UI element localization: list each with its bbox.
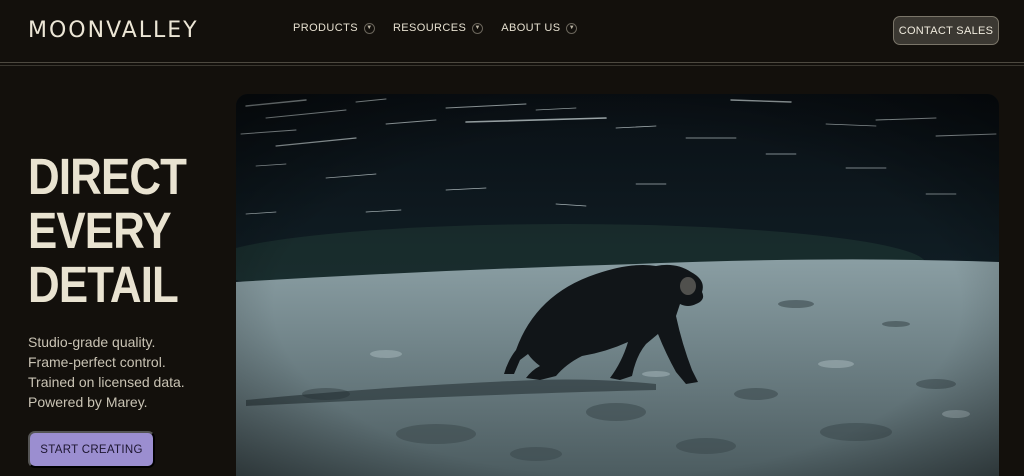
menu-item-products[interactable]: PRODUCTS ▼	[293, 22, 375, 34]
start-creating-button[interactable]: START CREATING	[28, 431, 155, 468]
subtext-line: Studio-grade quality.	[28, 334, 156, 350]
hero-headline: DIRECT EVERY DETAIL	[28, 148, 187, 313]
main-menu: PRODUCTS ▼ RESOURCES ▼ ABOUT US ▼	[293, 22, 578, 34]
header-divider	[0, 62, 1024, 66]
menu-item-resources[interactable]: RESOURCES ▼	[392, 22, 484, 34]
subtext-line: Powered by Marey.	[28, 394, 148, 410]
menu-item-label: PRODUCTS	[293, 22, 358, 34]
chevron-down-icon: ▼	[472, 22, 484, 34]
hero-image	[236, 94, 999, 476]
subtext-line: Trained on licensed data.	[28, 374, 185, 390]
top-nav: MOONVALLEY PRODUCTS ▼ RESOURCES ▼ ABOUT …	[0, 0, 1024, 62]
menu-item-label: ABOUT US	[501, 22, 561, 34]
contact-sales-button[interactable]: CONTACT SALES	[893, 16, 999, 45]
chevron-down-icon: ▼	[566, 22, 578, 34]
headline-line: EVERY	[28, 202, 172, 259]
hero-image-art	[236, 94, 999, 476]
menu-item-about-us[interactable]: ABOUT US ▼	[501, 22, 578, 34]
headline-line: DETAIL	[28, 256, 179, 313]
hero-subtext: Studio-grade quality. Frame-perfect cont…	[28, 332, 185, 412]
subtext-line: Frame-perfect control.	[28, 354, 166, 370]
menu-item-label: RESOURCES	[392, 22, 467, 34]
headline-line: DIRECT	[28, 148, 187, 205]
logo[interactable]: MOONVALLEY	[28, 18, 199, 43]
chevron-down-icon: ▼	[363, 22, 375, 34]
